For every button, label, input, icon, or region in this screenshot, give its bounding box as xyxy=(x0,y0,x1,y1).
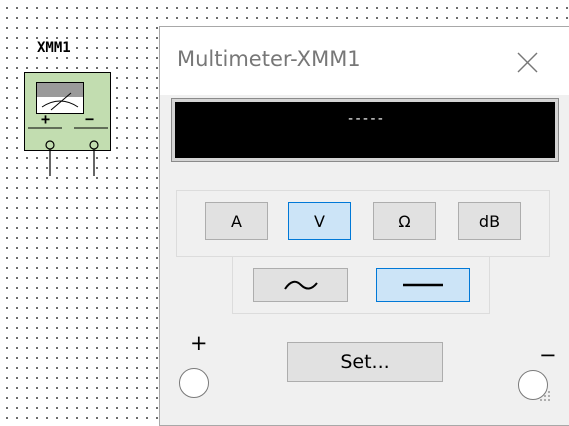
symbol-leads xyxy=(28,127,108,176)
ac-button[interactable] xyxy=(253,268,348,302)
plus-terminal-label: + xyxy=(190,331,208,355)
symbol-minus-terminal xyxy=(89,140,99,150)
ac-wave-icon xyxy=(283,280,318,290)
dc-button[interactable] xyxy=(376,268,470,302)
window-titlebar[interactable]: Multimeter-XMM1 xyxy=(160,27,569,95)
resize-grip-icon[interactable] xyxy=(538,389,552,403)
window-title: Multimeter-XMM1 xyxy=(177,47,361,71)
ohmmeter-button[interactable]: Ω xyxy=(373,202,436,240)
ammeter-button[interactable]: A xyxy=(205,202,268,240)
decibel-button[interactable]: dB xyxy=(458,202,521,240)
plus-terminal[interactable] xyxy=(179,368,209,398)
dc-line-icon xyxy=(403,283,443,287)
instrument-label: XMM1 xyxy=(36,40,72,56)
set-button[interactable]: Set... xyxy=(287,342,443,382)
multimeter-window: Multimeter-XMM1 ----- A V Ω dB + Set... … xyxy=(159,26,569,426)
close-button[interactable] xyxy=(508,43,546,81)
voltmeter-button[interactable]: V xyxy=(288,202,351,240)
readout-value: ----- xyxy=(346,111,384,127)
minus-terminal-label: − xyxy=(539,343,557,367)
symbol-plus-terminal xyxy=(45,140,55,150)
close-icon xyxy=(517,52,538,73)
readout-display: ----- xyxy=(171,98,559,162)
